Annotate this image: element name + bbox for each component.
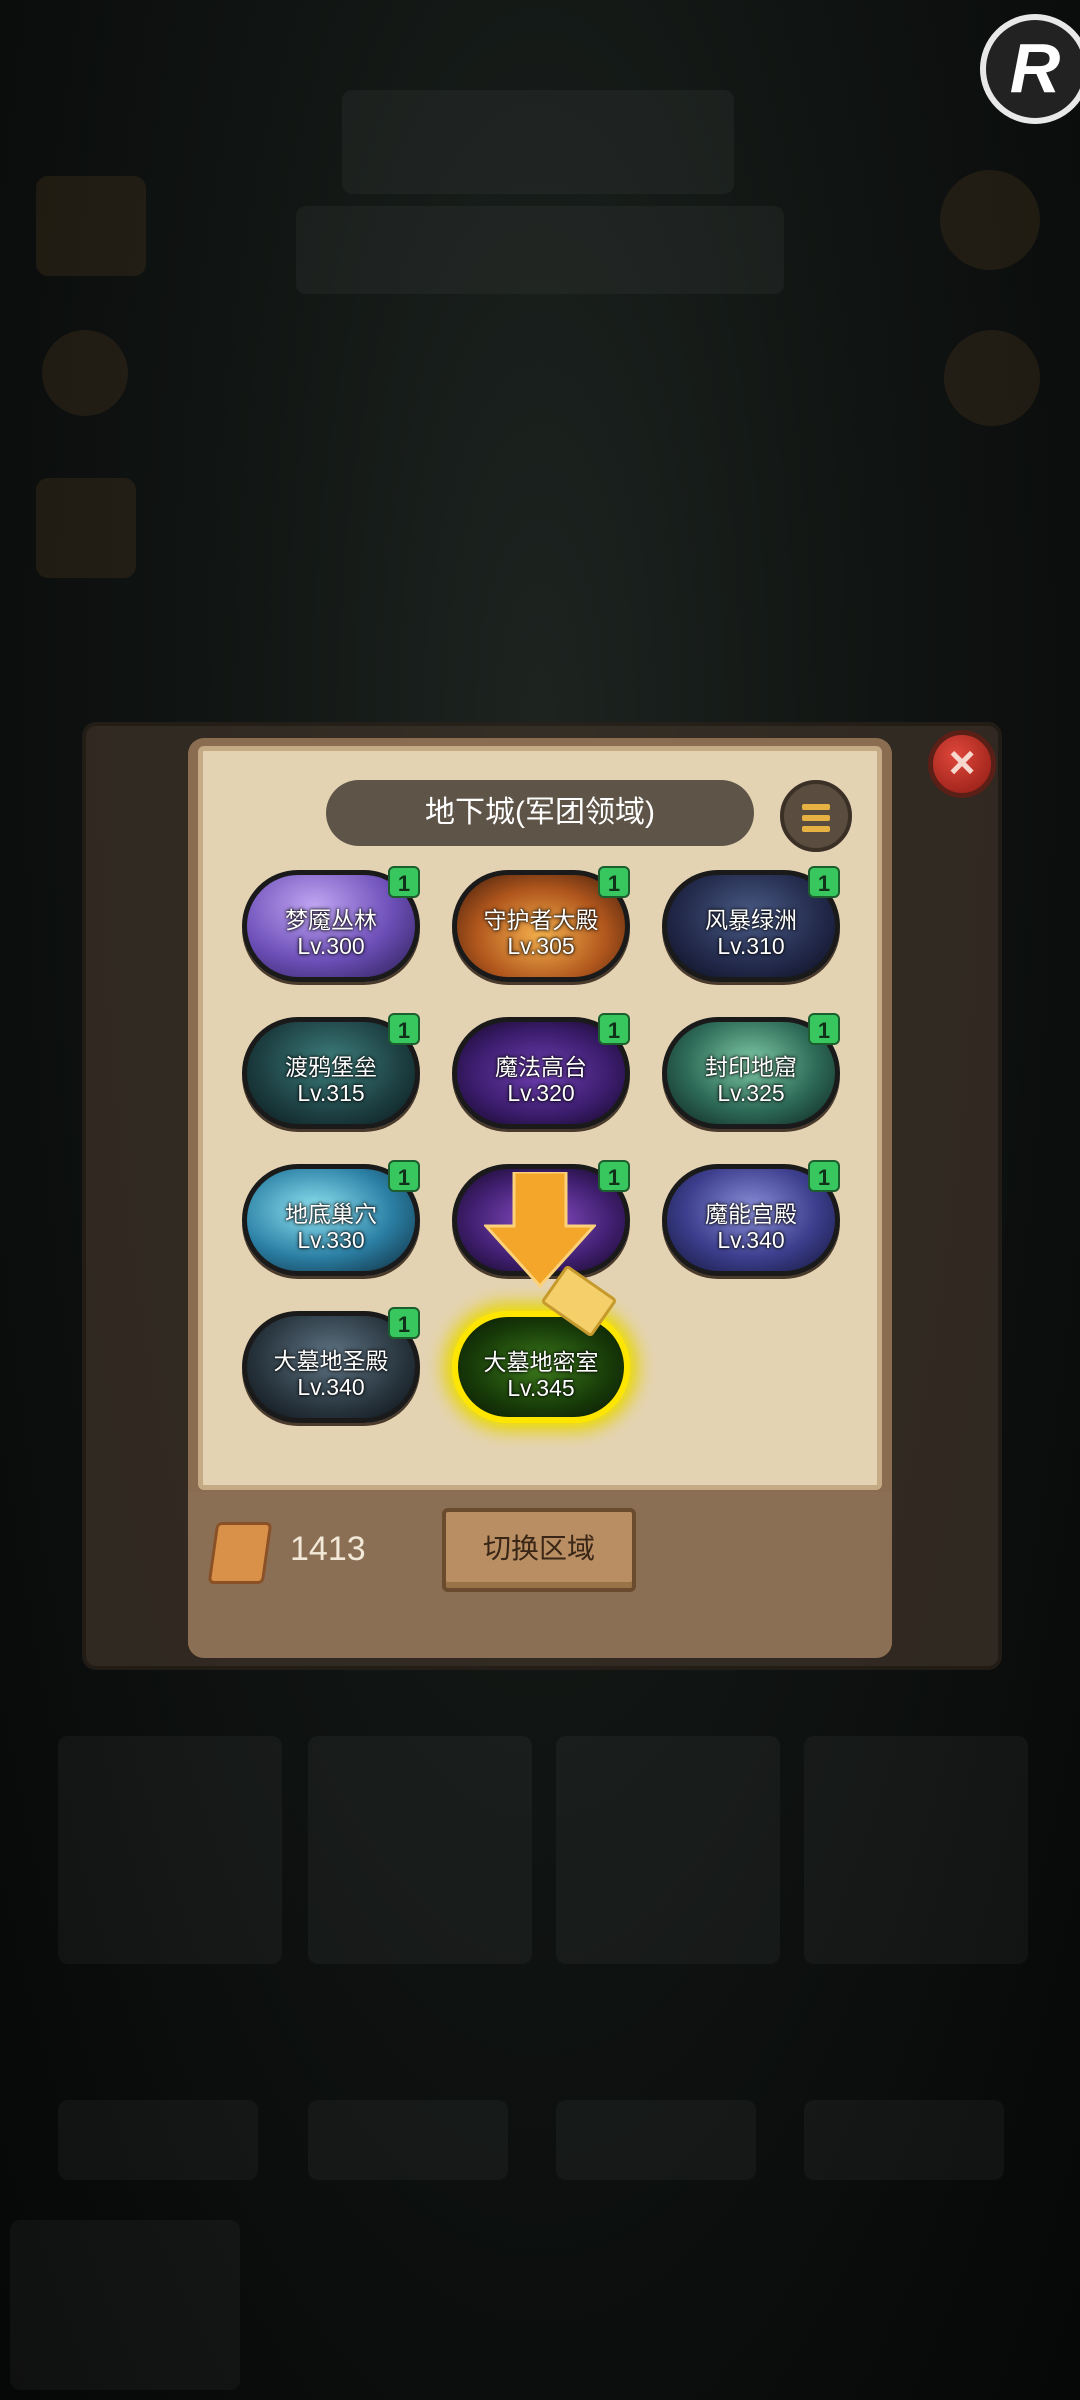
dungeon-name: 魔法高台 (495, 1054, 587, 1080)
tutorial-arrow-icon (484, 1172, 596, 1288)
new-count-badge: 1 (598, 866, 630, 898)
bg-top-panel (342, 90, 734, 194)
dungeon-level: Lv.310 (717, 933, 785, 959)
menu-bar-icon (802, 826, 830, 832)
bg-coin-icon (42, 330, 128, 416)
bg-btn-3 (556, 2100, 756, 2180)
dungeon-level: Lv.305 (507, 933, 575, 959)
new-count-badge: 1 (808, 1160, 840, 1192)
dungeon-level: Lv.340 (717, 1227, 785, 1253)
bg-card-3 (556, 1736, 780, 1964)
bg-second-panel (296, 206, 784, 294)
bg-btn-4 (804, 2100, 1004, 2180)
dungeon-level: Lv.320 (507, 1080, 575, 1106)
dungeon-name: 风暴绿洲 (705, 907, 797, 933)
bg-avatar (10, 2220, 240, 2390)
new-count-badge: 1 (598, 1013, 630, 1045)
switch-region-button[interactable]: 切换区域 (442, 1508, 636, 1592)
dialog-title: 地下城(军团领域) (326, 780, 754, 846)
bg-gift-icon (36, 478, 136, 578)
dungeon-tile[interactable]: 大墓地密室 Lv.345 (452, 1311, 630, 1423)
new-count-badge: 1 (388, 1013, 420, 1045)
dungeon-level: Lv.345 (507, 1375, 575, 1401)
bg-card-4 (804, 1736, 1028, 1964)
dungeon-name: 封印地窟 (705, 1054, 797, 1080)
bg-btn-2 (308, 2100, 508, 2180)
new-count-badge: 1 (388, 1307, 420, 1339)
bg-right-icon-1 (940, 170, 1040, 270)
dungeon-name: 梦魇丛林 (285, 907, 377, 933)
dungeon-name: 大墓地密室 (483, 1349, 599, 1375)
bg-card-2 (308, 1736, 532, 1964)
new-count-badge: 1 (598, 1160, 630, 1192)
dungeon-name: 守护者大殿 (483, 907, 599, 933)
new-count-badge: 1 (388, 1160, 420, 1192)
ticket-icon (207, 1522, 273, 1584)
close-button[interactable]: × (928, 730, 996, 798)
dungeon-name: 渡鸦堡垒 (285, 1054, 377, 1080)
menu-button[interactable] (780, 780, 852, 852)
dungeon-level: Lv.315 (297, 1080, 365, 1106)
corner-logo-icon: R (980, 14, 1080, 124)
dungeon-level: Lv.325 (717, 1080, 785, 1106)
bg-card-1 (58, 1736, 282, 1964)
bg-btn-1 (58, 2100, 258, 2180)
new-count-badge: 1 (808, 866, 840, 898)
dungeon-level: Lv.300 (297, 933, 365, 959)
bg-chest-icon (36, 176, 146, 276)
bg-right-icon-2 (944, 330, 1040, 426)
dungeon-name: 地底巢穴 (285, 1201, 377, 1227)
dungeon-level: Lv.330 (297, 1227, 365, 1253)
dungeon-level: Lv.340 (297, 1374, 365, 1400)
dungeon-name: 大墓地圣殿 (273, 1348, 389, 1374)
new-count-badge: 1 (388, 866, 420, 898)
new-count-badge: 1 (808, 1013, 840, 1045)
dungeon-name: 魔能宫殿 (705, 1201, 797, 1227)
menu-bar-icon (802, 815, 830, 821)
menu-bar-icon (802, 804, 830, 810)
ticket-count: 1413 (290, 1530, 366, 1568)
